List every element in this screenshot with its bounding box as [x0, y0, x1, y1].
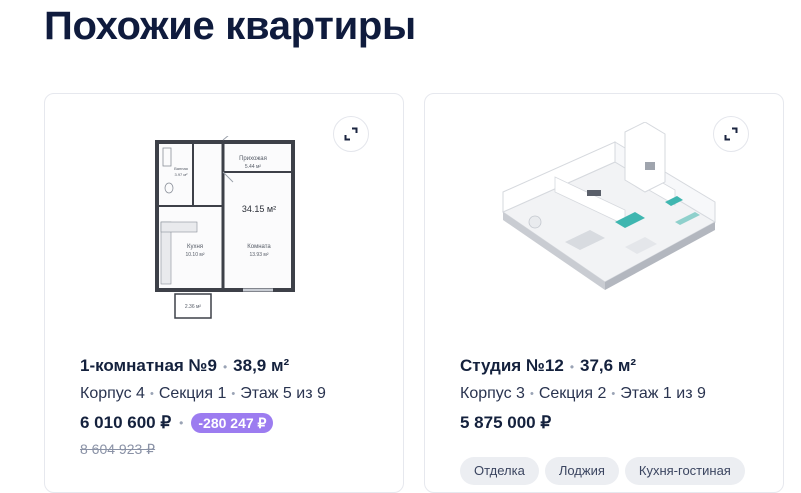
building: Корпус 4	[80, 385, 145, 402]
floor: Этаж 5 из 9	[240, 385, 326, 402]
price: 5 875 000 ₽	[460, 413, 552, 432]
plan-room-area: 13.93 м²	[249, 252, 268, 258]
plan-balcony-area: 2.36 м²	[185, 304, 202, 310]
plan-hall-label: Прихожая	[239, 156, 267, 162]
expand-button[interactable]	[333, 116, 369, 152]
old-price: 8 604 923 ₽	[80, 441, 156, 457]
floor: Этаж 1 из 9	[620, 385, 706, 402]
plan-total-area: 34.15 м²	[242, 204, 276, 214]
apartment-card-1[interactable]: Прихожая 5.44 м² Ванная 3.97 м² 34.15 м²…	[44, 93, 404, 493]
plan-hall-area: 5.44 м²	[245, 164, 262, 170]
plan-room-label: Комната	[247, 244, 271, 250]
apartment-3d-render	[501, 122, 717, 290]
price: 6 010 600 ₽	[80, 413, 172, 432]
expand-icon	[724, 127, 738, 141]
building: Корпус 3	[460, 385, 525, 402]
floor-plan: Прихожая 5.44 м² Ванная 3.97 м² 34.15 м²…	[155, 136, 295, 319]
apartment-meta: Корпус 4 • Секция 1 • Этаж 5 из 9	[80, 385, 326, 402]
apartment-type: 1-комнатная №9	[80, 356, 217, 375]
apartment-area: 37,6 м²	[580, 356, 637, 375]
section: Секция 2	[538, 385, 607, 402]
price-row: 6 010 600 ₽ • -280 247 ₽	[80, 413, 274, 433]
expand-icon	[344, 127, 358, 141]
price-row: 5 875 000 ₽	[460, 413, 551, 433]
discount-badge: -280 247 ₽	[191, 413, 274, 433]
apartment-meta: Корпус 3 • Секция 2 • Этаж 1 из 9	[460, 385, 706, 402]
plan-kitchen-label: Кухня	[187, 244, 203, 250]
apartment-area: 38,9 м²	[233, 356, 290, 375]
plan-kitchen-area: 10.10 м²	[185, 252, 204, 258]
apartment-type: Студия №12	[460, 356, 564, 375]
apartment-heading[interactable]: Студия №12 • 37,6 м²	[460, 356, 636, 376]
apartment-heading[interactable]: 1-комнатная №9 • 38,9 м²	[80, 356, 289, 376]
section: Секция 1	[158, 385, 227, 402]
plan-bath-area: 3.97 м²	[175, 172, 189, 177]
plan-bath-label: Ванная	[174, 166, 188, 171]
apartment-card-2[interactable]: Студия №12 • 37,6 м² Корпус 3 • Секция 2 • Эта…	[424, 93, 784, 493]
page-title: Похожие квартиры	[44, 4, 416, 48]
